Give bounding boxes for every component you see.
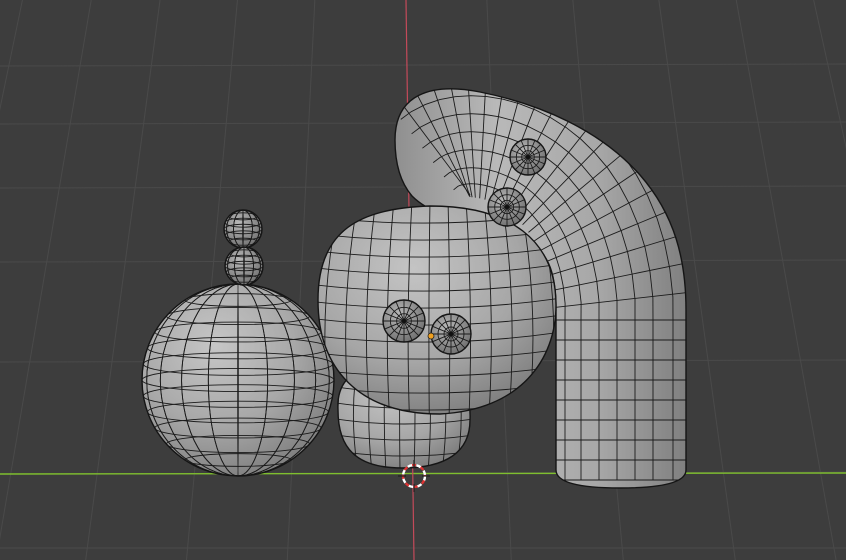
tube-eye-lower[interactable]	[487, 187, 527, 227]
stacked-small-spheres[interactable]	[223, 209, 264, 286]
small-sphere-top[interactable]	[223, 209, 263, 249]
tube-eye-upper[interactable]	[509, 138, 547, 176]
eye-right[interactable]	[430, 313, 472, 355]
eye-left[interactable]	[382, 299, 426, 343]
small-sphere-bottom[interactable]	[224, 246, 264, 286]
large-sphere[interactable]	[141, 283, 335, 477]
x-axis-line	[0, 472, 846, 475]
3d-viewport[interactable]	[0, 0, 846, 560]
object-origin-icon[interactable]	[427, 332, 435, 340]
